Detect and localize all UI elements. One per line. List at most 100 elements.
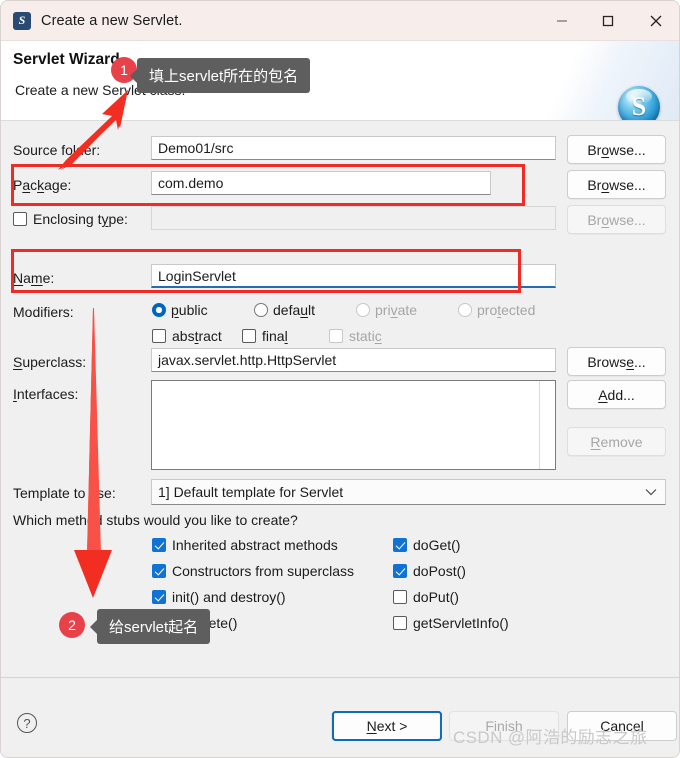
radio-default-icon <box>254 303 268 317</box>
modifier-radio-private: private <box>356 302 417 318</box>
source-folder-browse-button[interactable]: Browse... <box>567 135 666 164</box>
wizard-body: Source folder: Demo01/src Browse... Pack… <box>1 122 679 677</box>
interfaces-remove-label: Remove <box>590 433 643 450</box>
stub-dopost-label: doPost() <box>413 563 466 579</box>
stub-check-init-and-destroy[interactable]: init() and destroy() <box>152 589 286 605</box>
modifier-public-label: public <box>171 302 208 318</box>
stub-inherited-label: Inherited abstract methods <box>172 537 338 553</box>
annotation-tooltip-2: 给servlet起名 <box>89 609 211 644</box>
superclass-browse-label: Browse... <box>587 353 646 370</box>
modifier-protected-label: protected <box>477 302 536 318</box>
check-final-icon <box>242 329 256 343</box>
interfaces-list[interactable] <box>151 380 556 470</box>
window-title: Create a new Servlet. <box>41 12 183 29</box>
help-icon[interactable]: ? <box>17 713 37 733</box>
modifier-radio-default[interactable]: default <box>254 302 315 318</box>
modifier-final-label: final <box>262 328 288 344</box>
annotation-badge-2-label: 2 <box>68 617 76 633</box>
stub-check-constructors-from-superclass[interactable]: Constructors from superclass <box>152 563 354 579</box>
stub-check-inherited-abstract-methods[interactable]: Inherited abstract methods <box>152 537 338 553</box>
source-folder-browse-label: Browse... <box>587 141 646 158</box>
annotation-badge-1-label: 1 <box>120 62 128 78</box>
stub-check-getservletinfo[interactable]: getServletInfo() <box>393 615 509 631</box>
template-label: Template to use: <box>13 485 116 501</box>
annotation-badge-2: 2 <box>59 612 85 638</box>
enclosing-type-browse-label: Browse... <box>587 211 646 228</box>
modifier-private-label: private <box>375 302 418 318</box>
stub-doput-label: doPut() <box>413 589 459 605</box>
modifier-check-abstract[interactable]: abstract <box>152 328 222 344</box>
check-abstract-icon <box>152 329 166 343</box>
name-input[interactable]: LoginServlet <box>151 264 556 288</box>
check-init-destroy-icon <box>152 590 166 604</box>
radio-private-icon <box>356 303 370 317</box>
source-folder-label: Source folder: <box>13 142 101 158</box>
next-button[interactable]: Next > <box>332 711 442 741</box>
interfaces-add-label: Add... <box>598 386 635 403</box>
enclosing-type-label: Enclosing type: <box>33 211 128 227</box>
check-dopost-icon <box>393 564 407 578</box>
stub-constructors-label: Constructors from superclass <box>172 563 355 579</box>
package-browse-label: Browse... <box>587 176 646 193</box>
stub-doget-label: doGet() <box>413 537 461 553</box>
superclass-label: Superclass: <box>13 354 87 370</box>
annotation-tooltip-1-text: 填上servlet所在的包名 <box>149 68 299 85</box>
stub-getservletinfo-label: getServletInfo() <box>413 615 509 631</box>
chevron-down-icon <box>645 488 657 496</box>
stub-init-destroy-label: init() and destroy() <box>172 589 286 605</box>
modifier-check-final[interactable]: final <box>242 328 288 344</box>
template-select[interactable]: 1] Default template for Servlet <box>151 479 666 505</box>
watermark: CSDN @阿浩的励志之旅 <box>453 728 648 747</box>
modifier-abstract-label: abstract <box>172 328 222 344</box>
window-titlebar: S Create a new Servlet. <box>1 1 679 41</box>
check-constructors-icon <box>152 564 166 578</box>
method-stubs-question: Which method stubs would you like to cre… <box>13 512 298 528</box>
interfaces-add-button[interactable]: Add... <box>567 380 666 409</box>
servlet-logo-letter: S <box>631 92 647 121</box>
package-input[interactable]: com.demo <box>151 171 491 195</box>
superclass-browse-button[interactable]: Browse... <box>567 347 666 376</box>
template-selected-value: 1] Default template for Servlet <box>158 484 344 500</box>
servlet-wizard-dialog: S Create a new Servlet. S Servlet Wizard… <box>0 0 680 758</box>
radio-protected-icon <box>458 303 472 317</box>
check-doget-icon <box>393 538 407 552</box>
stub-check-doget[interactable]: doGet() <box>393 537 460 553</box>
wizard-header: S Servlet Wizard Create a new Servlet cl… <box>1 41 679 121</box>
servlet-logo-icon: S <box>618 86 660 121</box>
enclosing-type-browse-button: Browse... <box>567 205 666 234</box>
check-doput-icon <box>393 590 407 604</box>
check-static-icon <box>329 329 343 343</box>
modifier-default-label: default <box>273 302 316 318</box>
source-folder-input[interactable]: Demo01/src <box>151 136 556 160</box>
enclosing-type-check-icon <box>13 212 27 226</box>
modifier-radio-public[interactable]: public <box>152 302 208 318</box>
interfaces-label: Interfaces: <box>13 386 79 402</box>
modifier-static-label: static <box>349 328 382 344</box>
stub-check-dopost[interactable]: doPost() <box>393 563 466 579</box>
package-label: Package: <box>13 177 72 193</box>
interfaces-list-scrollbar[interactable] <box>539 381 555 469</box>
name-label: Name: <box>13 270 55 286</box>
modifier-radio-protected: protected <box>458 302 535 318</box>
package-browse-button[interactable]: Browse... <box>567 170 666 199</box>
superclass-input[interactable]: javax.servlet.http.HttpServlet <box>151 348 556 372</box>
enclosing-type-input[interactable] <box>151 206 556 230</box>
next-button-label: Next > <box>366 718 408 734</box>
interfaces-remove-button: Remove <box>567 427 666 456</box>
window-controls <box>539 1 679 41</box>
annotation-tooltip-2-text: 给servlet起名 <box>109 619 199 636</box>
servlet-app-icon: S <box>13 11 31 30</box>
enclosing-type-checkbox[interactable]: Enclosing type: <box>13 211 128 227</box>
radio-public-icon <box>152 303 166 317</box>
close-icon[interactable] <box>631 1 679 41</box>
minimize-icon[interactable] <box>539 1 585 41</box>
app-icon-glyph: S <box>18 13 26 27</box>
maximize-icon[interactable] <box>585 1 631 41</box>
stub-check-doput[interactable]: doPut() <box>393 589 459 605</box>
annotation-tooltip-1: 填上servlet所在的包名 <box>129 58 311 93</box>
page-title: Servlet Wizard <box>13 51 120 68</box>
check-inherited-icon <box>152 538 166 552</box>
help-icon-glyph: ? <box>23 715 31 731</box>
modifier-check-static: static <box>329 328 382 344</box>
check-getservletinfo-icon <box>393 616 407 630</box>
